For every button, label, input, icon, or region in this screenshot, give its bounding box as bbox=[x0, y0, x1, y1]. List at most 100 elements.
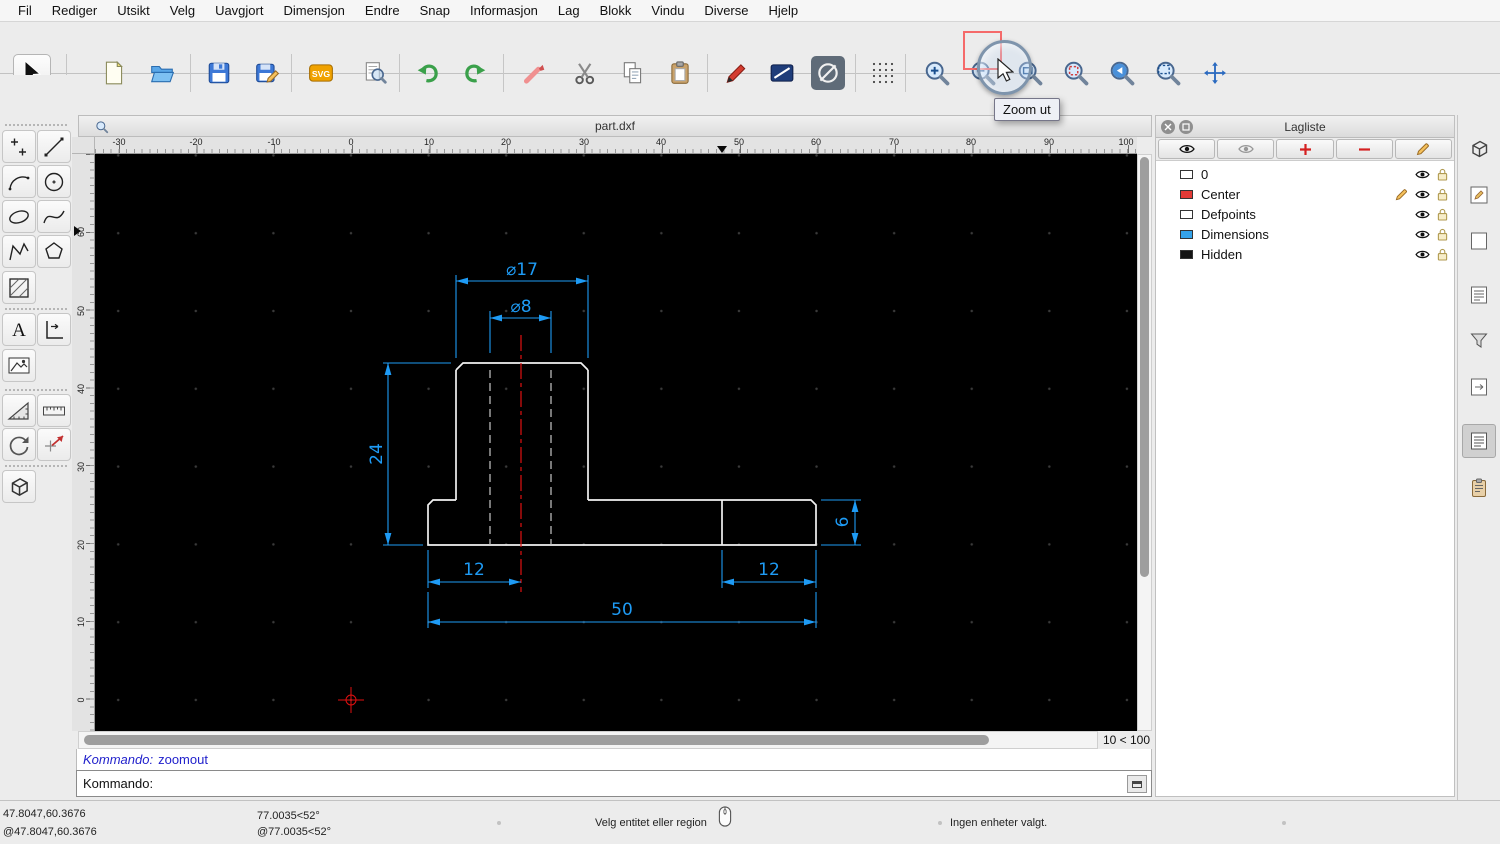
layer-panel-titlebar[interactable]: Lagliste bbox=[1156, 116, 1454, 138]
horizontal-scrollbar-thumb[interactable] bbox=[84, 735, 989, 745]
palette-drag-handle[interactable] bbox=[5, 465, 67, 467]
dock-3d-view-button[interactable] bbox=[1462, 132, 1496, 166]
palette-drag-handle[interactable] bbox=[5, 308, 67, 310]
menu-informasjon[interactable]: Informasjon bbox=[460, 0, 548, 21]
layer-row[interactable]: Center bbox=[1156, 184, 1454, 204]
menu-rediger[interactable]: Rediger bbox=[42, 0, 108, 21]
dim-6[interactable]: 6 bbox=[821, 499, 861, 546]
no-fill-toggle-button[interactable] bbox=[811, 56, 845, 90]
document-titlebar[interactable]: part.dxf bbox=[78, 115, 1152, 137]
redraw-button[interactable] bbox=[1059, 56, 1093, 90]
text-tool[interactable]: A bbox=[2, 313, 36, 346]
menu-vindu[interactable]: Vindu bbox=[641, 0, 694, 21]
layer-color-swatch[interactable] bbox=[1180, 169, 1193, 179]
layer-name[interactable]: Defpoints bbox=[1201, 207, 1256, 222]
dock-block-list-button[interactable] bbox=[1462, 278, 1496, 312]
export-svg-button[interactable]: SVG bbox=[304, 56, 338, 90]
delete-entity-button[interactable] bbox=[517, 56, 551, 90]
remove-layer-button[interactable] bbox=[1335, 139, 1393, 159]
drawing-canvas[interactable]: ⌀17 ⌀8 24 6 12 12 50 bbox=[95, 154, 1137, 731]
layer-row[interactable]: Hidden bbox=[1156, 244, 1454, 264]
menu-blokk[interactable]: Blokk bbox=[590, 0, 642, 21]
hatch-tool[interactable] bbox=[2, 271, 36, 304]
layer-visible-icon[interactable] bbox=[1415, 249, 1430, 260]
circle-tool[interactable] bbox=[37, 165, 71, 198]
layer-color-swatch[interactable] bbox=[1180, 229, 1193, 239]
menu-diverse[interactable]: Diverse bbox=[694, 0, 758, 21]
polygon-tool[interactable] bbox=[37, 235, 71, 268]
undo-button[interactable] bbox=[411, 56, 445, 90]
layer-name[interactable]: Dimensions bbox=[1201, 227, 1269, 242]
layer-row[interactable]: 0 bbox=[1156, 164, 1454, 184]
layer-row[interactable]: Dimensions bbox=[1156, 224, 1454, 244]
measure-tool[interactable] bbox=[37, 394, 71, 427]
snap-tool[interactable] bbox=[37, 428, 71, 461]
open-document-button[interactable] bbox=[145, 56, 179, 90]
print-preview-button[interactable] bbox=[358, 56, 392, 90]
vertical-scrollbar[interactable] bbox=[1137, 154, 1152, 731]
dim-24[interactable]: 24 bbox=[367, 362, 451, 546]
solid-tool[interactable] bbox=[2, 470, 36, 503]
dim-12-right[interactable]: 12 bbox=[721, 550, 817, 588]
dock-command-panel-button[interactable] bbox=[1462, 370, 1496, 404]
palette-drag-handle[interactable] bbox=[5, 124, 67, 126]
ellipse-tool[interactable] bbox=[2, 200, 36, 233]
layer-lock-icon[interactable] bbox=[1437, 188, 1448, 201]
dock-block-edit-button[interactable] bbox=[1462, 178, 1496, 212]
part-outline[interactable] bbox=[427, 362, 817, 546]
vertical-scrollbar-thumb[interactable] bbox=[1140, 157, 1149, 577]
copy-button[interactable] bbox=[616, 56, 650, 90]
dock-blank-panel-button[interactable] bbox=[1462, 224, 1496, 258]
pen-attributes-button[interactable] bbox=[719, 56, 753, 90]
dock-filter-button[interactable] bbox=[1462, 324, 1496, 358]
layer-name[interactable]: 0 bbox=[1201, 167, 1208, 182]
save-button[interactable] bbox=[202, 56, 236, 90]
edit-layer-button[interactable] bbox=[1394, 139, 1453, 159]
menu-endre[interactable]: Endre bbox=[355, 0, 410, 21]
menu-fil[interactable]: Fil bbox=[8, 0, 42, 21]
paste-button[interactable] bbox=[663, 56, 697, 90]
hide-all-layers-button[interactable] bbox=[1217, 139, 1275, 159]
menu-snap[interactable]: Snap bbox=[410, 0, 460, 21]
save-as-button[interactable] bbox=[250, 56, 284, 90]
point-tool[interactable] bbox=[2, 130, 36, 163]
dim-12-left[interactable]: 12 bbox=[427, 550, 521, 588]
redo-button[interactable] bbox=[458, 56, 492, 90]
add-layer-button[interactable] bbox=[1276, 139, 1334, 159]
layer-lock-icon[interactable] bbox=[1437, 168, 1448, 181]
layer-lock-icon[interactable] bbox=[1437, 248, 1448, 261]
layer-lock-icon[interactable] bbox=[1437, 208, 1448, 221]
menu-dimensjon[interactable]: Dimensjon bbox=[273, 0, 354, 21]
layer-color-swatch[interactable] bbox=[1180, 209, 1193, 219]
layer-visible-icon[interactable] bbox=[1415, 169, 1430, 180]
layer-lock-icon[interactable] bbox=[1437, 228, 1448, 241]
line-tool[interactable] bbox=[37, 130, 71, 163]
command-input[interactable]: Kommando: bbox=[76, 770, 1152, 797]
zoom-in-button[interactable] bbox=[920, 56, 954, 90]
window-zoom-button[interactable] bbox=[1151, 56, 1185, 90]
horizontal-scrollbar[interactable] bbox=[78, 731, 1098, 749]
previous-view-button[interactable] bbox=[1105, 56, 1139, 90]
palette-drag-handle[interactable] bbox=[5, 389, 67, 391]
layer-visible-icon[interactable] bbox=[1415, 209, 1430, 220]
ordinate-tool[interactable] bbox=[37, 313, 71, 346]
dim-50[interactable]: 50 bbox=[427, 592, 817, 628]
cut-button[interactable] bbox=[568, 56, 602, 90]
float-panel-button[interactable] bbox=[1179, 120, 1193, 134]
layer-color-swatch[interactable] bbox=[1180, 249, 1193, 259]
layer-visible-icon[interactable] bbox=[1415, 189, 1430, 200]
layer-name[interactable]: Hidden bbox=[1201, 247, 1242, 262]
dock-library-browser-button[interactable] bbox=[1462, 471, 1496, 505]
line-attributes-button[interactable] bbox=[765, 56, 799, 90]
dock-layer-list-button[interactable] bbox=[1462, 424, 1496, 458]
menu-lag[interactable]: Lag bbox=[548, 0, 590, 21]
menu-hjelp[interactable]: Hjelp bbox=[759, 0, 809, 21]
arc-tool[interactable] bbox=[2, 165, 36, 198]
distance-tool[interactable] bbox=[2, 394, 36, 427]
close-panel-button[interactable] bbox=[1161, 120, 1175, 134]
pan-zoom-button[interactable] bbox=[1198, 56, 1232, 90]
image-tool[interactable] bbox=[2, 349, 36, 382]
menu-utsikt[interactable]: Utsikt bbox=[107, 0, 160, 21]
layer-row[interactable]: Defpoints bbox=[1156, 204, 1454, 224]
layer-visible-icon[interactable] bbox=[1415, 229, 1430, 240]
